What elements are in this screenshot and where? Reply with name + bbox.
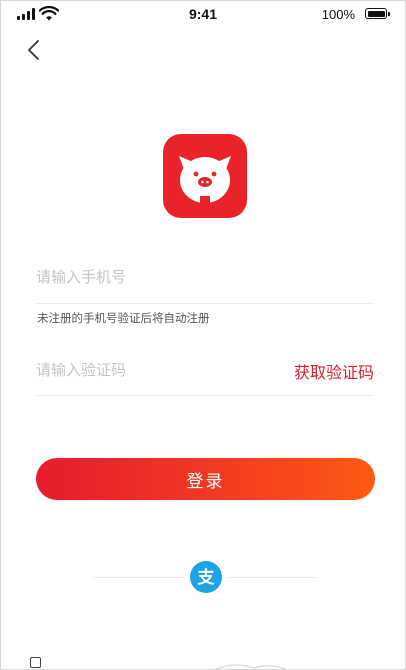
battery-percent: 100% xyxy=(321,7,355,22)
alipay-login-button[interactable]: 支 xyxy=(190,561,222,593)
login-button[interactable]: 登录 xyxy=(36,458,375,500)
bottom-decoration xyxy=(214,664,287,669)
code-field: 获取验证码 xyxy=(36,357,374,396)
phone-field xyxy=(36,267,374,304)
alipay-icon: 支 xyxy=(198,567,216,588)
agreement-checkbox[interactable] xyxy=(30,657,41,668)
code-input[interactable] xyxy=(36,361,266,379)
phone-input[interactable] xyxy=(36,268,374,286)
divider-right xyxy=(227,577,317,578)
phone-hint: 未注册的手机号验证后将自动注册 xyxy=(37,311,210,325)
login-screen: 9:41 100% 未注册的手机号验证后将自动注册 获取验证码 xyxy=(0,0,406,670)
alipay-glyph: 支 xyxy=(198,567,216,588)
chevron-left-icon[interactable] xyxy=(21,35,49,65)
divider-left xyxy=(93,577,185,578)
battery-icon xyxy=(365,8,390,19)
get-code-button[interactable]: 获取验证码 xyxy=(294,359,374,383)
app-logo xyxy=(163,134,247,218)
pig-icon xyxy=(179,156,231,204)
status-bar: 9:41 100% xyxy=(1,1,405,29)
